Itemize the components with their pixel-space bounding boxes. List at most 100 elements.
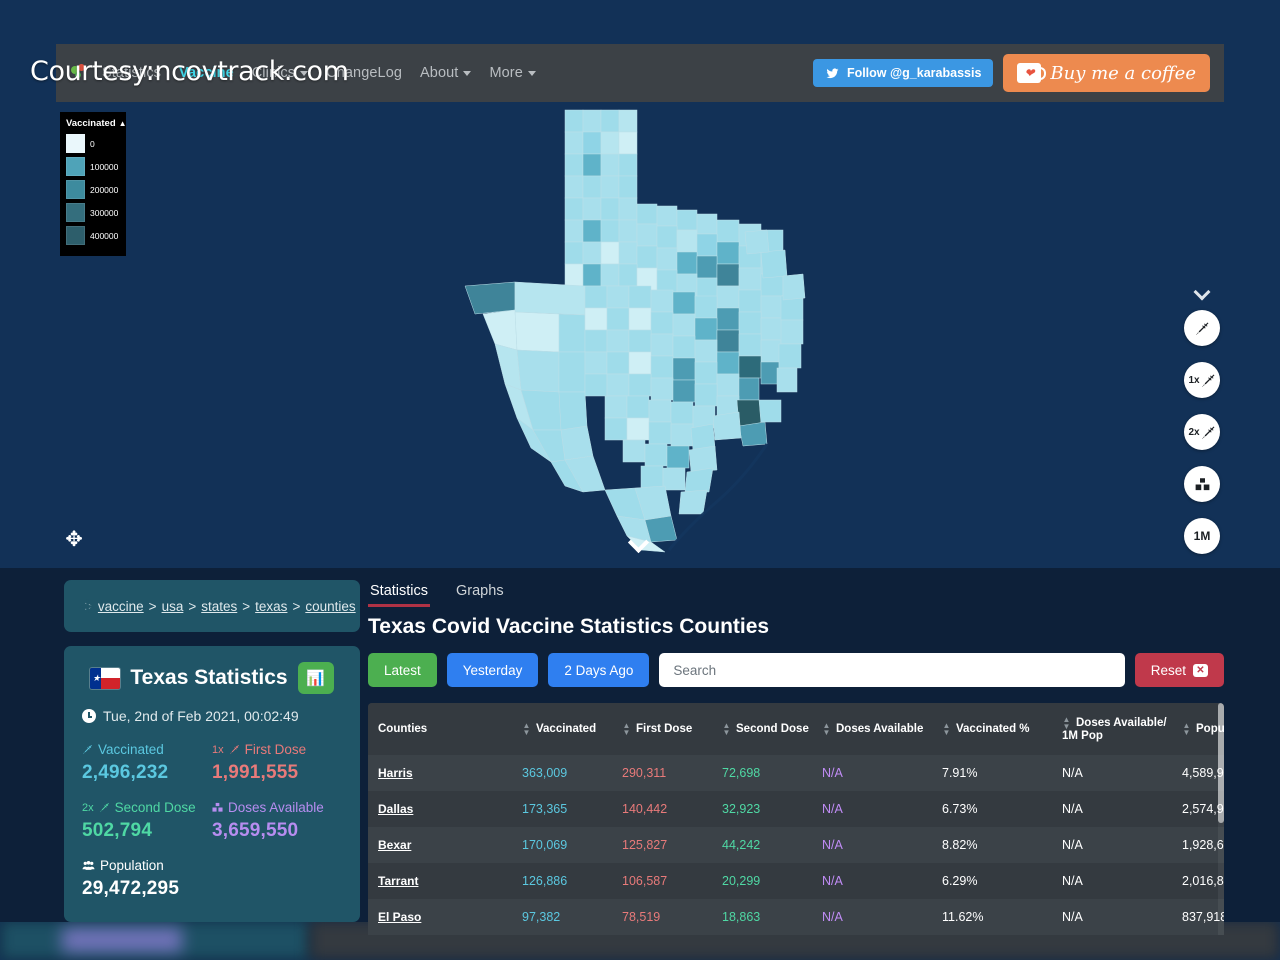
legend-swatch [66,203,85,222]
column-header-vaccinated[interactable]: ▲ ▼ Vaccinated [522,703,622,755]
boxes-icon [1195,477,1209,490]
right-column: Statistics Graphs Texas Covid Vaccine St… [368,580,1224,935]
map-layer-per-1m-pop-button[interactable]: 1M [1184,518,1220,554]
breadcrumb-item-counties[interactable]: counties [305,599,355,614]
cell-vaccinated: 97,382 [522,910,561,924]
stat-value: 502,794 [82,820,153,841]
county-link[interactable]: Bexar [378,838,411,852]
texas-county-choropleth-map[interactable] [455,100,835,560]
cell-county: Harris [368,755,522,791]
nav-label: About [420,65,459,81]
column-header-doses-available[interactable]: ▲ ▼ Doses Available [822,703,942,755]
breadcrumb-item-texas[interactable]: texas [255,599,287,614]
button-label: Reset [1150,662,1186,678]
legend-label: 0 [90,138,95,149]
tab-graphs[interactable]: Graphs [454,580,506,607]
twitter-icon [826,67,839,78]
table-row[interactable]: Harris 363,009 290,311 72,698 N/A 7.91% … [368,755,1224,791]
table-row[interactable]: Bexar 170,069 125,827 44,242 N/A 8.82% N… [368,827,1224,863]
chevron-up-icon[interactable]: ▲ [119,119,127,128]
tab-label: Graphs [456,583,504,599]
button-label: 2 Days Ago [564,662,634,678]
state-card-title: Texas Statistics [130,666,288,689]
breadcrumb-item-usa[interactable]: usa [162,599,184,614]
stat-doses-available: Doses Available 3,659,550 [212,800,342,842]
sort-arrows-icon: ▲ ▼ [1062,715,1071,731]
cell-doses-available: N/A [822,838,843,852]
breadcrumb-separator: > [188,598,197,614]
map-scroll-down-chevron-icon[interactable] [628,530,652,554]
cell-doses-available: N/A [822,766,843,780]
table-row[interactable]: Tarrant 126,886 106,587 20,299 N/A 6.29%… [368,863,1224,899]
cell-vaccinated-pct: 6.73% [942,802,978,816]
stat-label-row: 1x First Dose [212,742,342,757]
stat-population: Population 29,472,295 [82,858,342,900]
map-layer-vaccinated-button[interactable] [1184,310,1220,346]
breadcrumb-item-vaccine[interactable]: vaccine [98,599,144,614]
sort-arrows-icon: ▲ ▼ [722,721,731,737]
cell-second-dose: 18,863 [722,910,761,924]
county-link[interactable]: Tarrant [378,874,418,888]
counties-table: Counties ▲ ▼ Vaccinated ▲ ▼ First Dose ▲ ▼ Sec… [368,703,1224,935]
yesterday-button[interactable]: Yesterday [446,653,539,687]
map-controls-collapse-chevron-icon[interactable] [1191,284,1213,302]
stat-label-row: 2x Second Dose [82,800,212,815]
cell-doses-available: N/A [822,802,843,816]
nav-item-more[interactable]: More [489,65,536,81]
tab-statistics[interactable]: Statistics [368,580,431,607]
coffee-cup-icon: ❤ [1017,63,1047,83]
stat-label: Doses Available [228,800,324,815]
bar-chart-icon-button[interactable]: 📊 [297,662,334,694]
reset-button[interactable]: Reset ✕ [1134,653,1224,687]
cell-county: Dallas [368,791,522,827]
cell-first-dose: 106,587 [622,874,668,888]
two-days-ago-button[interactable]: 2 Days Ago [548,653,650,687]
map-layer-doses-available-button[interactable] [1184,466,1220,502]
stat-value: 2,496,232 [82,762,169,783]
map-legend[interactable]: Vaccinated ▲ 0 100000 200000 300000 4000… [60,112,127,256]
search-placeholder: Search [673,662,717,678]
buy-me-a-coffee-button[interactable]: ❤ Buy me a coffee [1003,54,1210,92]
counties-table-element: Counties ▲ ▼ Vaccinated ▲ ▼ First Dose ▲ ▼ Sec… [368,703,1224,935]
cell-second-dose: 20,299 [722,874,761,888]
sort-arrows-icon: ▲ ▼ [522,721,531,737]
stat-label: Second Dose [114,800,196,815]
latest-button[interactable]: Latest [368,653,437,687]
panel-title: Texas Covid Vaccine Statistics Counties [368,615,770,638]
app-screenshot: ✥ Statistics Vaccine Clinics ChangeLog A… [0,0,1280,935]
cell-first-dose: 290,311 [622,766,667,780]
cell-vaccinated-pct: 6.29% [942,874,978,888]
twitter-follow-button[interactable]: Follow @g_karabassis [812,59,994,87]
table-vertical-scrollbar[interactable] [1218,703,1224,935]
column-header-counties[interactable]: Counties [368,703,522,755]
coffee-label: Buy me a coffee [1050,62,1196,84]
column-header-doses-available-per-1m[interactable]: ▲ ▼ Doses Available/ 1M Pop [1062,703,1182,755]
table-row[interactable]: El Paso 97,382 78,519 18,863 N/A 11.62% … [368,899,1224,935]
column-label: Vaccinated % [956,723,1030,736]
legend-title-row[interactable]: Vaccinated ▲ [66,118,127,129]
search-input[interactable]: Search [659,653,1125,687]
map-layer-first-dose-button[interactable]: 1x [1184,362,1220,398]
column-header-vaccinated-pct[interactable]: ▲ ▼ Vaccinated % [942,703,1062,755]
cell-county: El Paso [368,899,522,935]
breadcrumb-item-states[interactable]: states [201,599,237,614]
stat-prefix: 2x [82,801,94,814]
county-link[interactable]: Dallas [378,802,413,816]
column-label: Second Dose [736,723,809,736]
county-link[interactable]: El Paso [378,910,421,924]
stat-label-row: Vaccinated [82,742,212,757]
county-link[interactable]: Harris [378,766,413,780]
sort-arrows-icon: ▲ ▼ [822,721,831,737]
nav-item-about[interactable]: About [420,65,472,81]
column-header-second-dose[interactable]: ▲ ▼ Second Dose [722,703,822,755]
map-fullscreen-expand-icon[interactable]: ✥ [62,528,86,552]
table-header-row: Counties ▲ ▼ Vaccinated ▲ ▼ First Dose ▲ ▼ Sec… [368,703,1224,755]
legend-swatch [66,180,85,199]
sort-arrows-icon: ▲ ▼ [622,721,631,737]
cell-vaccinated: 170,069 [522,838,568,852]
map-layer-second-dose-button[interactable]: 2x [1184,414,1220,450]
column-header-first-dose[interactable]: ▲ ▼ First Dose [622,703,722,755]
twitter-follow-label: Follow @g_karabassis [846,66,982,80]
button-label: Latest [384,662,421,678]
table-row[interactable]: Dallas 173,365 140,442 32,923 N/A 6.73% … [368,791,1224,827]
